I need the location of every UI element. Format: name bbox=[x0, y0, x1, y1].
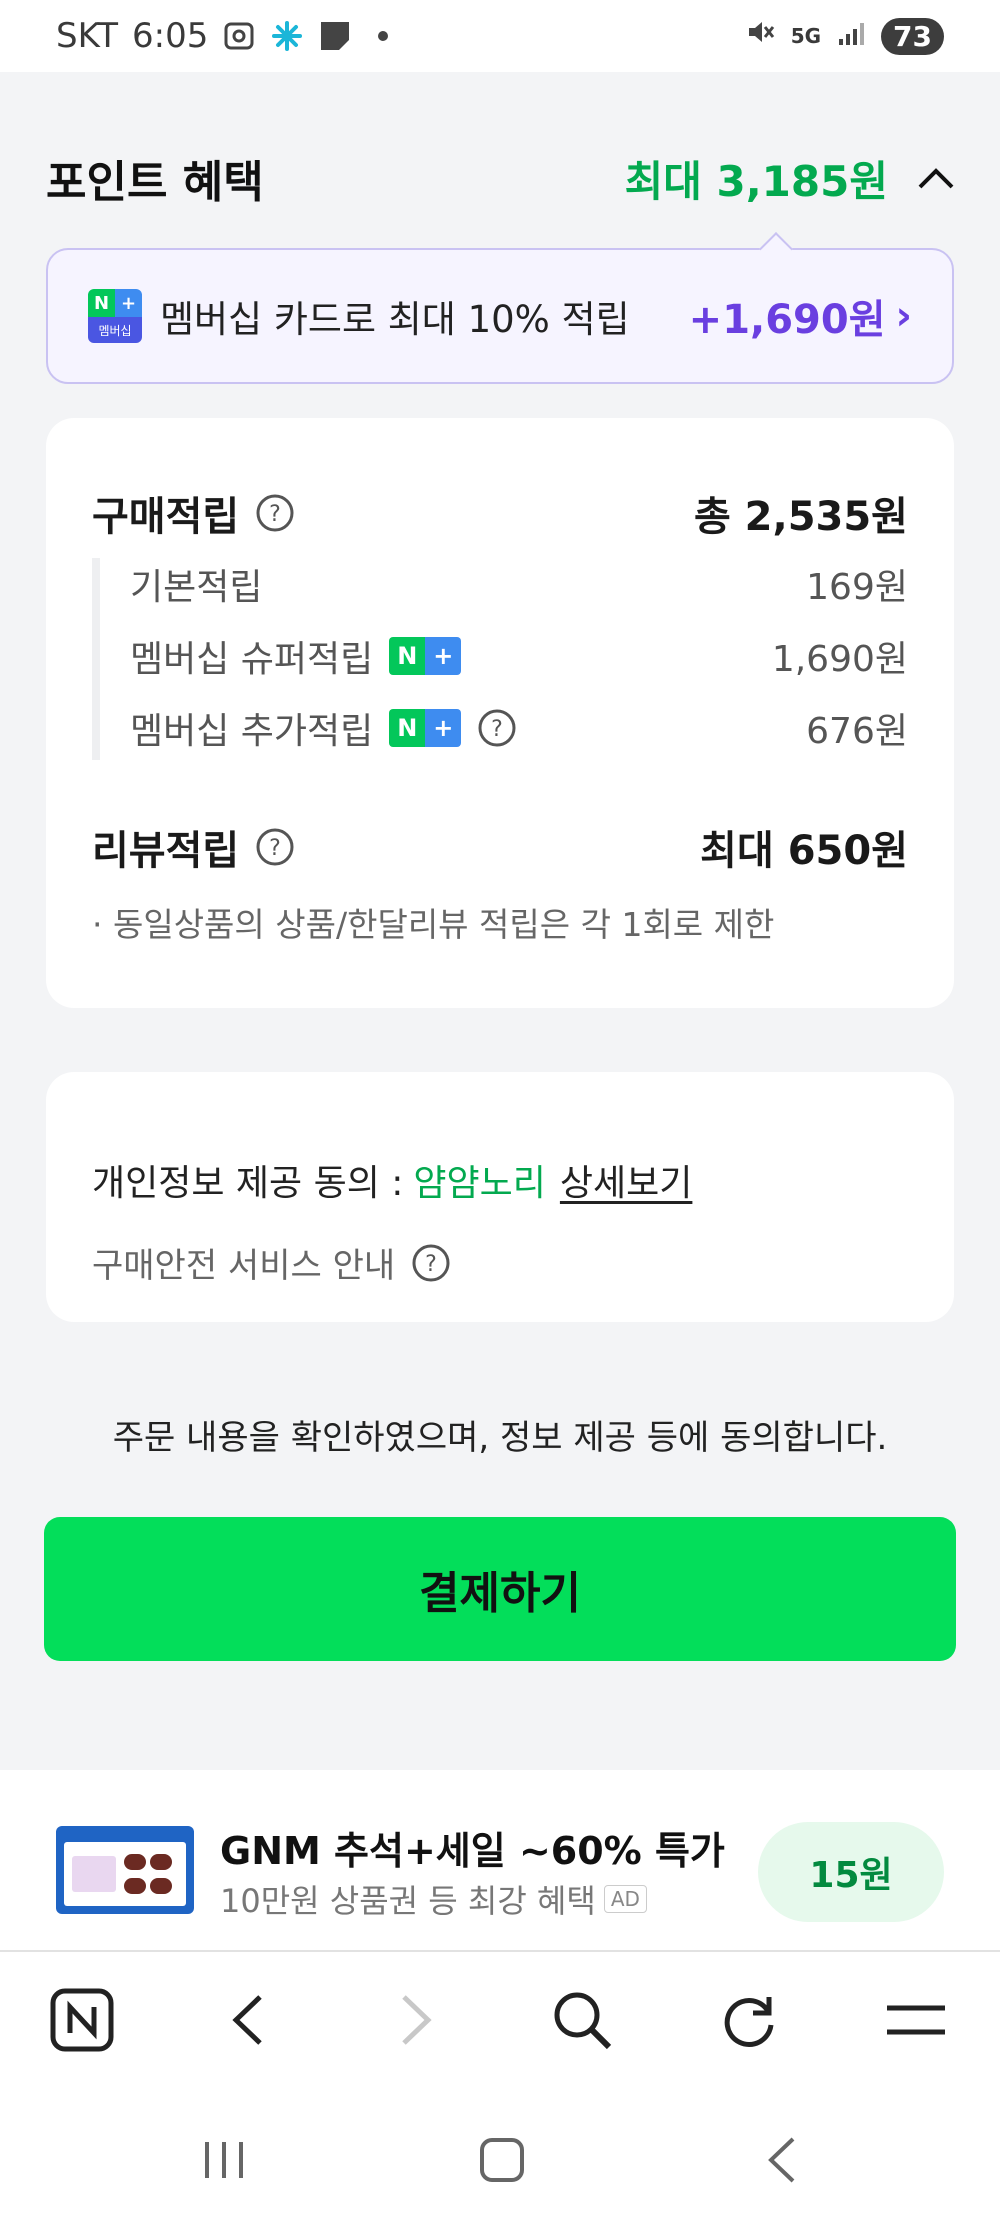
svg-text:?: ? bbox=[491, 717, 503, 742]
seller-name: 얌얌노리 bbox=[413, 1163, 546, 1204]
mute-icon bbox=[745, 16, 775, 56]
recent-apps-icon[interactable] bbox=[194, 2130, 254, 2190]
ad-label: AD bbox=[603, 1885, 647, 1913]
help-icon[interactable]: ? bbox=[255, 827, 295, 867]
privacy-card: 개인정보 제공 동의 : 얌얌노리 상세보기 구매안전 서비스 안내 ? bbox=[46, 1072, 954, 1322]
points-max: 최대 3,185원 bbox=[624, 156, 888, 206]
privacy-detail-link[interactable]: 상세보기 bbox=[560, 1154, 692, 1206]
system-back-icon[interactable] bbox=[752, 2130, 812, 2190]
help-icon[interactable]: ? bbox=[477, 708, 517, 748]
privacy-consent-label: 개인정보 제공 동의 : bbox=[92, 1163, 404, 1204]
svg-text:?: ? bbox=[425, 1252, 437, 1277]
svg-text:?: ? bbox=[269, 502, 281, 527]
time-label: 6:05 bbox=[132, 16, 209, 56]
network-label: 5G bbox=[790, 24, 822, 48]
membership-banner-text: 멤버십 카드로 최대 10% 적립 bbox=[160, 298, 630, 341]
menu-icon[interactable] bbox=[880, 1984, 952, 2056]
privacy-consent-line: 개인정보 제공 동의 : 얌얌노리 상세보기 bbox=[92, 1154, 692, 1206]
help-icon[interactable]: ? bbox=[255, 493, 295, 533]
purchase-points-total: 총 2,535원 bbox=[693, 494, 908, 540]
review-points-row: 리뷰적립 ? 최대 650원 bbox=[92, 818, 908, 876]
list-item: 멤버십 추가적립 N + ? 676원 bbox=[130, 702, 908, 754]
ad-subtitle-line: 10만원 상품권 등 최강 혜택 AD bbox=[220, 1876, 647, 1922]
browser-toolbar bbox=[0, 1950, 1000, 2090]
ad-title: GNM 추석+세일 ~60% 특가 bbox=[220, 1829, 725, 1873]
membership-banner[interactable]: N + 멤버십 멤버십 카드로 최대 10% 적립 +1,690원 › bbox=[46, 248, 954, 384]
dot-icon bbox=[366, 19, 400, 53]
system-navigation-bar bbox=[0, 2090, 1000, 2222]
signal-icon bbox=[837, 16, 865, 56]
membership-banner-amount: +1,690원 bbox=[688, 297, 886, 343]
list-item: 멤버십 슈퍼적립 N + 1,690원 bbox=[130, 637, 908, 680]
refresh-icon[interactable] bbox=[714, 1984, 786, 2056]
review-points-note: · 동일상품의 상품/한달리뷰 적립은 각 1회로 제한 bbox=[92, 905, 775, 944]
search-icon[interactable] bbox=[546, 1984, 618, 2056]
purchase-safety-label: 구매안전 서비스 안내 bbox=[92, 1246, 396, 1286]
chevron-up-icon[interactable] bbox=[916, 158, 956, 198]
points-title: 포인트 혜택 bbox=[46, 157, 264, 208]
purchase-points-row: 구매적립 ? 총 2,535원 bbox=[92, 484, 908, 542]
screenshot-icon bbox=[222, 19, 256, 53]
sparkle-icon bbox=[270, 19, 304, 53]
list-item: 기본적립 169원 bbox=[130, 567, 908, 608]
review-points-title: 리뷰적립 bbox=[92, 828, 240, 874]
membership-logo: N + 멤버십 bbox=[88, 289, 142, 343]
naver-home-icon[interactable] bbox=[46, 1984, 118, 2056]
points-card: 구매적립 ? 총 2,535원 기본적립 169원 멤버십 슈퍼적립 N + 1… bbox=[46, 418, 954, 1008]
pay-button[interactable]: 결제하기 bbox=[44, 1517, 956, 1661]
review-points-total: 최대 650원 bbox=[700, 828, 908, 874]
carrier-label: SKT bbox=[56, 16, 119, 56]
agreement-text: 주문 내용을 확인하였으며, 정보 제공 등에 동의합니다. bbox=[112, 1418, 888, 1458]
purchase-points-title: 구매적립 bbox=[92, 494, 240, 540]
membership-badge: N + bbox=[389, 637, 462, 675]
membership-badge: N + bbox=[389, 709, 462, 747]
purchase-points-breakdown: 기본적립 169원 멤버십 슈퍼적립 N + 1,690원 멤버십 추가적립 N… bbox=[92, 558, 908, 760]
points-header[interactable]: 포인트 혜택 최대 3,185원 bbox=[46, 148, 956, 208]
forward-icon[interactable] bbox=[380, 1984, 452, 2056]
ad-banner[interactable]: GNM 추석+세일 ~60% 특가 10만원 상품권 등 최강 혜택 AD 15… bbox=[0, 1770, 1000, 1950]
battery-indicator: 73 bbox=[881, 17, 944, 55]
ad-thumbnail bbox=[56, 1826, 194, 1914]
chevron-right-icon: › bbox=[895, 293, 912, 339]
back-icon[interactable] bbox=[212, 1984, 284, 2056]
square-icon bbox=[318, 19, 352, 53]
help-icon[interactable]: ? bbox=[411, 1243, 451, 1283]
status-bar: SKT 6:05 5G 73 bbox=[0, 0, 1000, 72]
ad-reward-button[interactable]: 15원 bbox=[758, 1822, 944, 1922]
svg-text:?: ? bbox=[269, 836, 281, 861]
ad-subtitle: 10만원 상품권 등 최강 혜택 bbox=[220, 1882, 596, 1920]
home-icon[interactable] bbox=[472, 2130, 532, 2190]
purchase-safety-line[interactable]: 구매안전 서비스 안내 ? bbox=[92, 1238, 451, 1287]
